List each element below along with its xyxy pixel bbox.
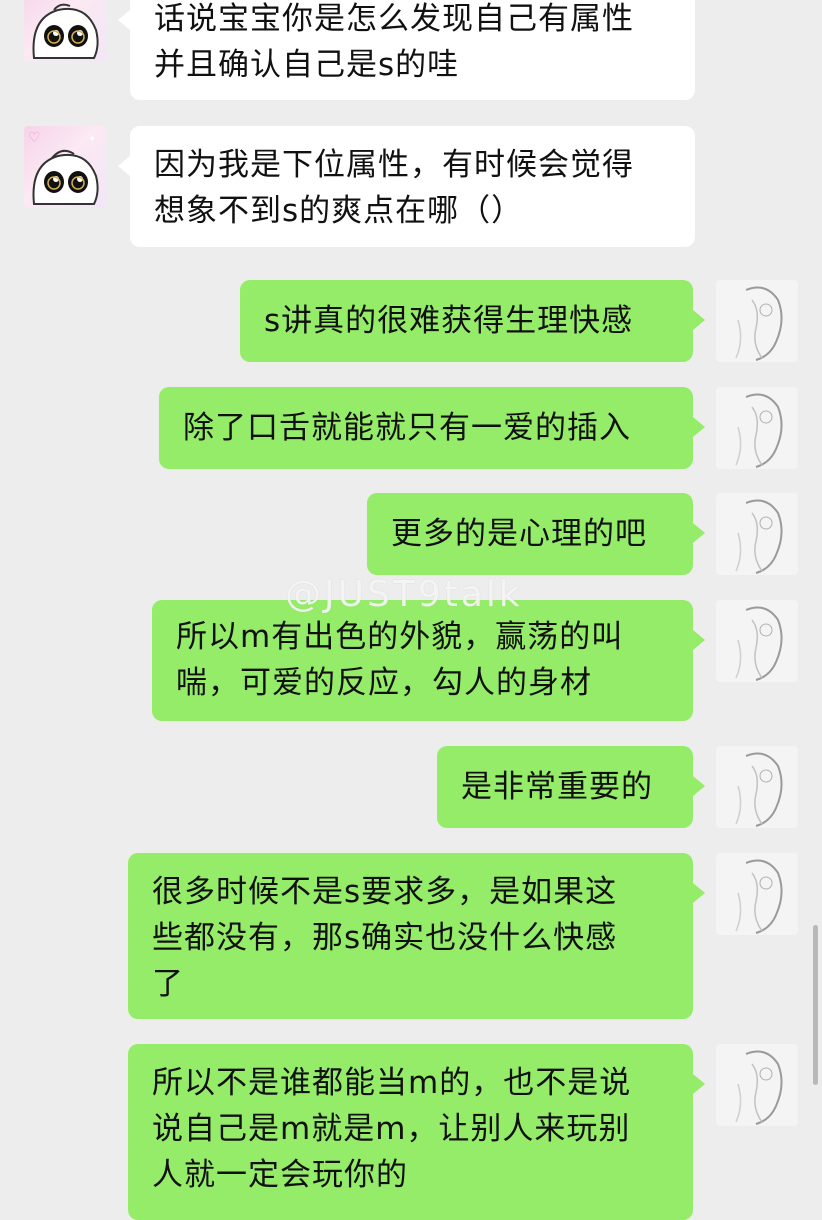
- cat-avatar-icon: ♡ ✦: [28, 130, 99, 205]
- message-bubble-sent[interactable]: 除了口舌就能就只有一爱的插入: [159, 387, 705, 469]
- portrait-avatar-icon: [735, 752, 783, 827]
- self-avatar[interactable]: [716, 600, 798, 682]
- self-avatar[interactable]: [716, 280, 798, 362]
- message-bubble-sent[interactable]: 所以m有出色的外貌，赢荡的叫 喘，可爱的反应，勾人的身材: [152, 600, 705, 721]
- watermark: @JUST9talk: [285, 574, 523, 615]
- svg-text:✦: ✦: [88, 134, 96, 145]
- cat-avatar-icon: ♡ ✦: [30, 0, 99, 59]
- message-bubble-sent[interactable]: 更多的是心理的吧: [367, 493, 705, 575]
- self-avatar[interactable]: [716, 1044, 798, 1126]
- contact-avatar[interactable]: ♡ ✦: [24, 0, 106, 62]
- self-avatar[interactable]: [716, 746, 798, 828]
- portrait-avatar-icon: [735, 859, 783, 934]
- portrait-avatar-icon: [735, 286, 783, 361]
- message-bubble-sent[interactable]: s讲真的很难获得生理快感: [240, 280, 705, 362]
- contact-avatar[interactable]: ♡ ✦: [24, 126, 106, 208]
- message-bubble-sent[interactable]: 所以不是谁都能当m的，也不是说 说自己是m就是m，让别人来玩别 人就一定会玩你的: [128, 1044, 705, 1220]
- message-bubble-sent[interactable]: 很多时候不是s要求多，是如果这 些都没有，那s确实也没什么快感 了: [128, 853, 705, 1019]
- message-bubble-received[interactable]: 话说宝宝你是怎么发现自己有属性 并且确认自己是s的哇: [118, 0, 695, 100]
- self-avatar[interactable]: [716, 387, 798, 469]
- portrait-avatar-icon: [735, 1050, 783, 1125]
- svg-text:♡: ♡: [28, 130, 41, 146]
- self-avatar[interactable]: [716, 493, 798, 575]
- portrait-avatar-icon: [735, 606, 783, 681]
- message-bubble-sent[interactable]: 是非常重要的: [437, 746, 705, 828]
- message-bubble-received[interactable]: 因为我是下位属性，有时候会觉得 想象不到s的爽点在哪（）: [118, 126, 695, 247]
- portrait-avatar-icon: [735, 499, 783, 574]
- scrollbar[interactable]: [813, 925, 818, 1085]
- svg-text:♡: ♡: [30, 0, 41, 1]
- self-avatar[interactable]: [716, 853, 798, 935]
- portrait-avatar-icon: [735, 393, 783, 468]
